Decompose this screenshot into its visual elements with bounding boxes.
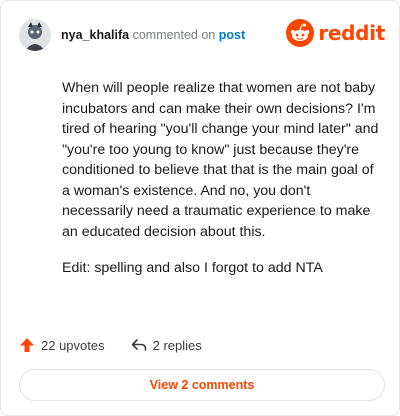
comment-meta: nya_khalifa commented on post	[61, 27, 245, 43]
view-comments-button[interactable]: View 2 comments	[19, 369, 385, 401]
avatar[interactable]	[19, 19, 51, 51]
comment-body: When will people realize that women are …	[62, 78, 382, 295]
username-link[interactable]: nya_khalifa	[61, 28, 129, 42]
upvote-arrow-icon	[20, 338, 34, 352]
comment-header: nya_khalifa commented on post reddit	[19, 15, 385, 55]
upvotes-stat[interactable]: 22 upvotes	[19, 337, 105, 353]
comment-paragraph: When will people realize that women are …	[62, 80, 379, 240]
post-link[interactable]: post	[219, 28, 245, 42]
replies-stat[interactable]: 2 replies	[131, 337, 202, 353]
reddit-logo[interactable]: reddit	[286, 18, 385, 48]
reply-arrow-icon	[131, 339, 146, 351]
action-text: commented on	[132, 28, 216, 42]
comment-paragraph: Edit: spelling and also I forgot to add …	[62, 260, 323, 276]
replies-count: 2 replies	[152, 337, 202, 353]
reddit-alien-icon	[286, 19, 315, 47]
logo-wordmark: reddit	[318, 21, 385, 45]
comment-card: nya_khalifa commented on post reddit Whe…	[0, 0, 400, 416]
upvotes-count: 22 upvotes	[41, 337, 105, 353]
comment-footer: 22 upvotes 2 replies	[19, 335, 228, 355]
